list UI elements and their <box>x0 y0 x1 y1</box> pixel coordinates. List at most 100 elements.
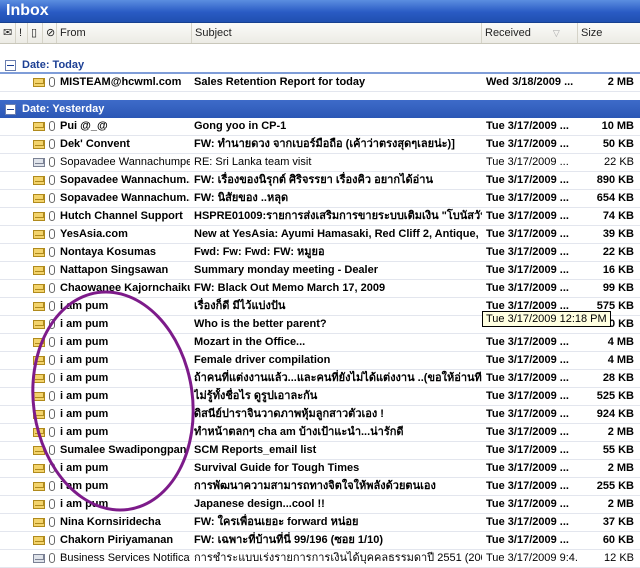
message-subject: Gong yoo in CP-1 <box>194 120 287 132</box>
collapse-minus-icon[interactable] <box>5 104 16 115</box>
attachment-icon <box>49 157 55 167</box>
column-from[interactable]: From <box>57 23 192 43</box>
message-row[interactable]: Nattapon Singsawan Summary monday meeting… <box>0 262 640 280</box>
message-received: Tue 3/17/2009 ... <box>486 426 569 438</box>
collapse-minus-icon[interactable] <box>5 60 16 71</box>
message-subject: Female driver compilation <box>194 354 331 366</box>
message-from: Nontaya Kosumas <box>60 246 156 258</box>
message-from: Chakorn Piriyamanan <box>60 534 174 546</box>
message-row[interactable]: YesAsia.com New at YesAsia: Ayumi Hamasak… <box>0 226 640 244</box>
message-row[interactable]: Pui @_@ Gong yoo in CP-1 Tue 3/17/2009 ...… <box>0 118 640 136</box>
column-received[interactable]: Received ▽ <box>482 23 578 43</box>
unread-envelope-icon <box>33 302 45 311</box>
message-from: Sopavadee Wannachum... <box>60 192 190 204</box>
today-message-list: MISTEAM@hcwml.com Sales Retention Report … <box>0 74 640 92</box>
attachment-icon <box>49 175 55 185</box>
message-size: 55 KB <box>602 444 634 456</box>
message-size: 4 MB <box>607 354 634 366</box>
message-row[interactable]: Sopavadee Wannachumpee RE: Sri Lanka team… <box>0 154 640 172</box>
window-title: Inbox <box>6 2 49 19</box>
attachment-icon <box>49 517 55 527</box>
unread-envelope-icon <box>33 248 45 257</box>
message-size: 890 KB <box>596 174 634 186</box>
message-size: 39 KB <box>602 228 634 240</box>
message-subject: FW: เฉพาะที่บ้านที่นี่ 99/196 (ซอย 1/10) <box>194 534 383 546</box>
column-size[interactable]: Size <box>578 23 640 43</box>
unread-envelope-icon <box>33 122 45 131</box>
message-received: Tue 3/17/2009 ... <box>486 444 569 456</box>
message-size: 2 MB <box>607 462 634 474</box>
message-row[interactable]: Hutch Channel Support HSPRE01009:รายการส่… <box>0 208 640 226</box>
sort-descending-icon: ▽ <box>552 28 560 38</box>
group-label: Date: Yesterday <box>22 103 105 115</box>
unread-envelope-icon <box>33 212 45 221</box>
message-row[interactable]: Dek' Convent FW: ทำนายดวง จากเบอร์มือถือ … <box>0 136 640 154</box>
message-row[interactable]: Business Services Notification การชำระแบบ… <box>0 550 640 568</box>
message-size: 22 KB <box>604 156 634 168</box>
flag-column-icon[interactable]: ! <box>16 23 28 43</box>
unread-envelope-icon <box>33 518 45 527</box>
message-from: Sopavadee Wannachum... <box>60 174 190 186</box>
message-subject: FW: เรื่องของนิรุกต์ ศิริจรรยา เรื่องคิว… <box>194 174 433 186</box>
message-row[interactable]: Sopavadee Wannachum... FW: เรื่องของนิรุก… <box>0 172 640 190</box>
unread-envelope-icon <box>33 482 45 491</box>
unread-envelope-icon <box>33 78 45 87</box>
message-size: 2 MB <box>607 426 634 438</box>
message-from: MISTEAM@hcwml.com <box>60 76 182 88</box>
message-received: Tue 3/17/2009 ... <box>486 498 569 510</box>
message-received: Tue 3/17/2009 ... <box>486 390 569 402</box>
message-subject: FW: ใครเพื่อนเยอะ forward หน่อย <box>194 516 359 528</box>
group-header-today[interactable]: Date: Today <box>0 56 640 74</box>
attachment-icon <box>49 301 55 311</box>
message-subject: Fwd: Fw: Fwd: FW: หมูยอ <box>194 246 325 258</box>
message-size: 924 KB <box>596 408 634 420</box>
message-size: 50 KB <box>602 138 634 150</box>
message-received: Tue 3/17/2009 ... <box>486 120 569 132</box>
message-subject: Survival Guide for Tough Times <box>194 462 360 474</box>
attachment-icon <box>49 211 55 221</box>
unread-envelope-icon <box>33 176 45 185</box>
message-subject: Sales Retention Report for today <box>194 76 366 88</box>
message-size: 99 KB <box>602 282 634 294</box>
group-header-yesterday[interactable]: Date: Yesterday <box>0 100 640 118</box>
message-row[interactable]: Sopavadee Wannachum... FW: นิสัยของ ..หลุ… <box>0 190 640 208</box>
importance-column-icon[interactable]: ✉ <box>0 23 16 43</box>
message-size: 37 KB <box>602 516 634 528</box>
message-subject: การพัฒนาความสามารถทางจิตใจให้พลังด้วยตนเ… <box>194 480 436 492</box>
message-row[interactable]: Chakorn Piriyamanan FW: เฉพาะที่บ้านที่นี… <box>0 532 640 550</box>
unread-envelope-icon <box>33 194 45 203</box>
message-received: Wed 3/18/2009 ... <box>486 76 574 88</box>
message-size: 74 KB <box>602 210 634 222</box>
attachment-icon <box>49 499 55 509</box>
inbox-title-bar: Inbox <box>0 0 640 23</box>
message-size: 2 MB <box>607 498 634 510</box>
message-subject: FW: Black Out Memo March 17, 2009 <box>194 282 386 294</box>
message-received: Tue 3/17/2009 ... <box>486 408 569 420</box>
message-received: Tue 3/17/2009 ... <box>486 156 569 168</box>
message-subject: Summary monday meeting - Dealer <box>194 264 379 276</box>
message-size: 525 KB <box>596 390 634 402</box>
attachment-icon <box>49 283 55 293</box>
message-row[interactable]: Nontaya Kosumas Fwd: Fw: Fwd: FW: หมูยอ Tu… <box>0 244 640 262</box>
column-subject[interactable]: Subject <box>192 23 482 43</box>
message-size: 654 KB <box>596 192 634 204</box>
message-received: Tue 3/17/2009 ... <box>486 480 569 492</box>
message-size: 28 KB <box>602 372 634 384</box>
group-label: Date: Today <box>22 59 85 71</box>
attachment-icon <box>49 193 55 203</box>
message-row[interactable]: MISTEAM@hcwml.com Sales Retention Report … <box>0 74 640 92</box>
message-row[interactable]: Nina Kornsiridecha FW: ใครเพื่อนเยอะ forw… <box>0 514 640 532</box>
icon-column-icon[interactable]: ▯ <box>28 23 43 43</box>
unread-envelope-icon <box>33 230 45 239</box>
message-received: Tue 3/17/2009 ... <box>486 534 569 546</box>
attachment-column-icon[interactable]: ⊘ <box>43 23 57 43</box>
message-subject: ไม่รู้ทั้งชื่อไร ดูรูปเอาละกัน <box>194 390 318 402</box>
unread-envelope-icon <box>33 266 45 275</box>
message-received: Tue 3/17/2009 ... <box>486 516 569 528</box>
message-subject: เรื่องก็ดี มีไว้แบ่งปัน <box>194 300 286 312</box>
read-envelope-icon <box>33 158 45 167</box>
message-subject: HSPRE01009:รายการส่งเสริมการขายระบบเติมเ… <box>194 210 482 222</box>
message-received: Tue 3/17/2009 ... <box>486 138 569 150</box>
attachment-icon <box>49 265 55 275</box>
column-header-bar: ✉ ! ▯ ⊘ From Subject Received ▽ Size <box>0 23 640 44</box>
